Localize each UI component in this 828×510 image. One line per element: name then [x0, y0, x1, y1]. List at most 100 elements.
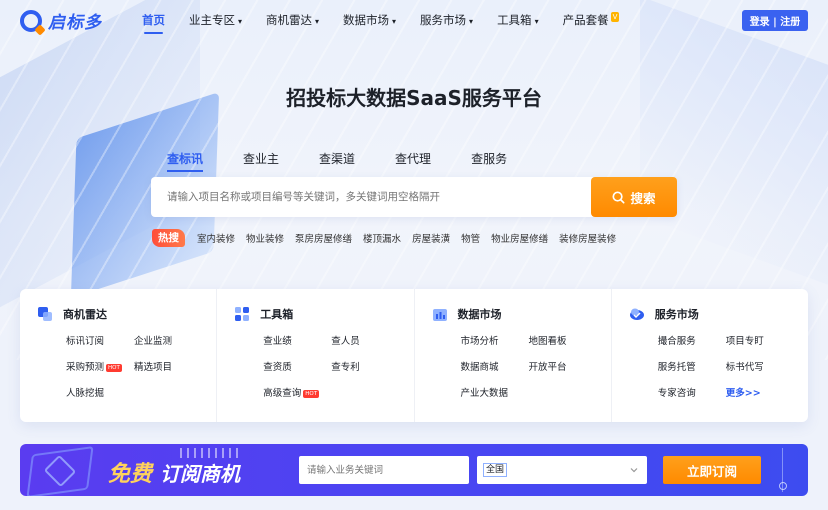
hot-search-row: 热搜 室内装修 物业装修 泵房房屋修缮 楼顶漏水 房屋装潢 物管 物业房屋修缮 装修房屋装修 — [152, 229, 627, 247]
nav-item[interactable]: 产品套餐 V — [563, 0, 620, 40]
nav-item-label: 工具箱 — [497, 13, 532, 27]
feature-link[interactable]: 开放平台 — [529, 361, 597, 375]
hot-search-keyword[interactable]: 室内装修 — [197, 231, 235, 245]
hot-search-keyword[interactable]: 物管 — [461, 231, 480, 245]
feature-link-label: 查业绩 — [263, 336, 292, 347]
feature-links: 查业绩 查人员查资质 查专利高级查询 HOT — [263, 335, 403, 401]
feature-link-label: 标书代写 — [725, 362, 764, 373]
feature-link-label: 专家咨询 — [657, 388, 696, 399]
feature-link-label: 市场分析 — [460, 336, 499, 347]
feature-link-label: 撮合服务 — [657, 336, 696, 347]
feature-link[interactable]: 企业监测 — [134, 335, 202, 349]
nav-item-label: 商机雷达 — [266, 13, 313, 27]
feature-link-label: 更多>> — [725, 388, 761, 399]
nav-item-label: 服务市场 — [420, 13, 467, 27]
login-register-button[interactable]: 登录 | 注册 — [742, 10, 808, 31]
feature-link[interactable]: 查专利 — [331, 361, 399, 375]
banner-right-decoration — [779, 448, 802, 492]
feature-link[interactable]: 高级查询 HOT — [263, 387, 331, 401]
business-keyword-input[interactable] — [299, 456, 469, 484]
region-select[interactable]: 全国 — [477, 456, 647, 484]
feature-link-label: 查专利 — [331, 362, 360, 373]
service-market-icon — [629, 306, 645, 322]
feature-link-label: 企业监测 — [134, 336, 173, 347]
feature-links: 标讯订阅 企业监测采购预测 HOT 精选项目人脉挖掘 — [66, 335, 206, 401]
search-tabs: 查标讯 查业主 查渠道 查代理 查服务 — [167, 150, 547, 172]
hot-search-keyword[interactable]: 装修房屋装修 — [559, 231, 616, 245]
nav-item-label: 数据市场 — [343, 13, 390, 27]
search-tab[interactable]: 查代理 — [395, 150, 431, 172]
feature-link[interactable]: 产业大数据 — [461, 387, 529, 401]
search-tab[interactable]: 查渠道 — [319, 150, 355, 172]
hot-search-badge: 热搜 — [152, 229, 185, 247]
hot-search-keyword[interactable]: 物业装修 — [246, 231, 284, 245]
hot-search-keyword[interactable]: 楼顶漏水 — [363, 231, 401, 245]
search-tab[interactable]: 查标讯 — [167, 150, 204, 172]
nav-item[interactable]: 业主专区 ▾ — [189, 0, 242, 40]
feature-column-header[interactable]: 工具箱 — [234, 306, 293, 322]
logo-text: 启标多 — [48, 13, 102, 33]
nav-item[interactable]: 工具箱 ▾ — [497, 0, 539, 40]
nav-item[interactable]: 商机雷达 ▾ — [266, 0, 319, 40]
nav-menu: 首页 业主专区 ▾ 商机雷达 ▾ 数据市场 ▾ 服务市场 ▾ 工具箱 ▾ 产品套餐 V — [142, 0, 643, 40]
feature-link[interactable]: 数据商城 — [461, 361, 529, 375]
feature-link[interactable]: 标讯订阅 — [66, 335, 134, 349]
more-link[interactable]: 更多>> — [726, 387, 794, 401]
hot-search-keyword[interactable]: 泵房房屋修缮 — [295, 231, 352, 245]
feature-link[interactable]: 标书代写 — [726, 361, 794, 375]
hot-search-keyword[interactable]: 物业房屋修缮 — [491, 231, 548, 245]
feature-link[interactable]: 专家咨询 — [658, 387, 726, 401]
search-tab[interactable]: 查服务 — [471, 150, 507, 172]
feature-column: 数据市场市场分析 地图看板数据商城 开放平台产业大数据 — [415, 289, 612, 422]
feature-link[interactable]: 市场分析 — [461, 335, 529, 349]
feature-column-title: 商机雷达 — [63, 308, 107, 321]
region-select-value: 全国 — [483, 463, 508, 477]
feature-link[interactable]: 服务托管 — [658, 361, 726, 375]
feature-link[interactable]: 地图看板 — [529, 335, 597, 349]
feature-link[interactable]: 查资质 — [263, 361, 331, 375]
chevron-down-icon: ▾ — [392, 17, 397, 26]
feature-link-label: 产业大数据 — [460, 388, 509, 399]
nav-item-label: 首页 — [142, 13, 165, 27]
banner-headline: 免费 订阅商机 — [108, 456, 240, 488]
feature-link-label: 采购预测 — [66, 362, 105, 373]
chevron-down-icon: ▾ — [469, 17, 474, 26]
hot-search-keyword[interactable]: 房屋装潢 — [412, 231, 450, 245]
feature-link[interactable]: 查人员 — [331, 335, 399, 349]
banner-free-label: 免费 — [108, 462, 153, 487]
nav-item[interactable]: 数据市场 ▾ — [343, 0, 396, 40]
search-button[interactable]: 搜索 — [591, 177, 677, 217]
feature-links: 市场分析 地图看板数据商城 开放平台产业大数据 — [461, 335, 601, 401]
banner-subtitle: 订阅商机 — [160, 462, 241, 486]
search-input[interactable] — [151, 177, 591, 217]
search-icon — [612, 190, 626, 204]
logo[interactable]: 启标多 — [20, 8, 102, 33]
chevron-down-icon: ▾ — [534, 17, 539, 26]
top-navbar: 启标多 首页 业主专区 ▾ 商机雷达 ▾ 数据市场 ▾ 服务市场 ▾ 工具箱 ▾ 产品套餐 V 登录 |… — [0, 0, 828, 40]
feature-column-title: 数据市场 — [457, 308, 502, 321]
feature-link-label: 项目专盯 — [725, 336, 764, 347]
feature-column-header[interactable]: 数据市场 — [432, 306, 502, 322]
feature-link-label: 地图看板 — [528, 336, 567, 347]
feature-column: 工具箱查业绩 查人员查资质 查专利高级查询 HOT — [217, 289, 415, 422]
feature-column-title: 服务市场 — [654, 308, 699, 321]
feature-link[interactable]: 精选项目 — [134, 361, 202, 375]
nav-item-label: 产品套餐 — [562, 13, 609, 27]
feature-column-header[interactable]: 服务市场 — [629, 306, 699, 322]
feature-link-label: 高级查询 — [263, 388, 302, 399]
feature-column: 服务市场撮合服务 项目专盯服务托管 标书代写专家咨询 更多>> — [612, 289, 808, 422]
feature-link[interactable]: 采购预测 HOT — [66, 361, 134, 375]
feature-link[interactable]: 项目专盯 — [726, 335, 794, 349]
nav-item[interactable]: 首页 — [142, 0, 165, 40]
subscribe-button[interactable]: 立即订阅 — [663, 456, 761, 484]
feature-link-label: 查资质 — [263, 362, 292, 373]
hot-tag-badge: HOT — [303, 389, 320, 398]
feature-column-header[interactable]: 商机雷达 — [37, 306, 107, 322]
feature-link[interactable]: 撮合服务 — [658, 335, 726, 349]
feature-link-label: 数据商城 — [460, 362, 499, 373]
nav-item[interactable]: 服务市场 ▾ — [420, 0, 473, 40]
feature-link[interactable]: 人脉挖掘 — [66, 387, 134, 401]
feature-link-label: 人脉挖掘 — [66, 388, 105, 399]
search-tab[interactable]: 查业主 — [243, 150, 279, 172]
feature-link[interactable]: 查业绩 — [263, 335, 331, 349]
